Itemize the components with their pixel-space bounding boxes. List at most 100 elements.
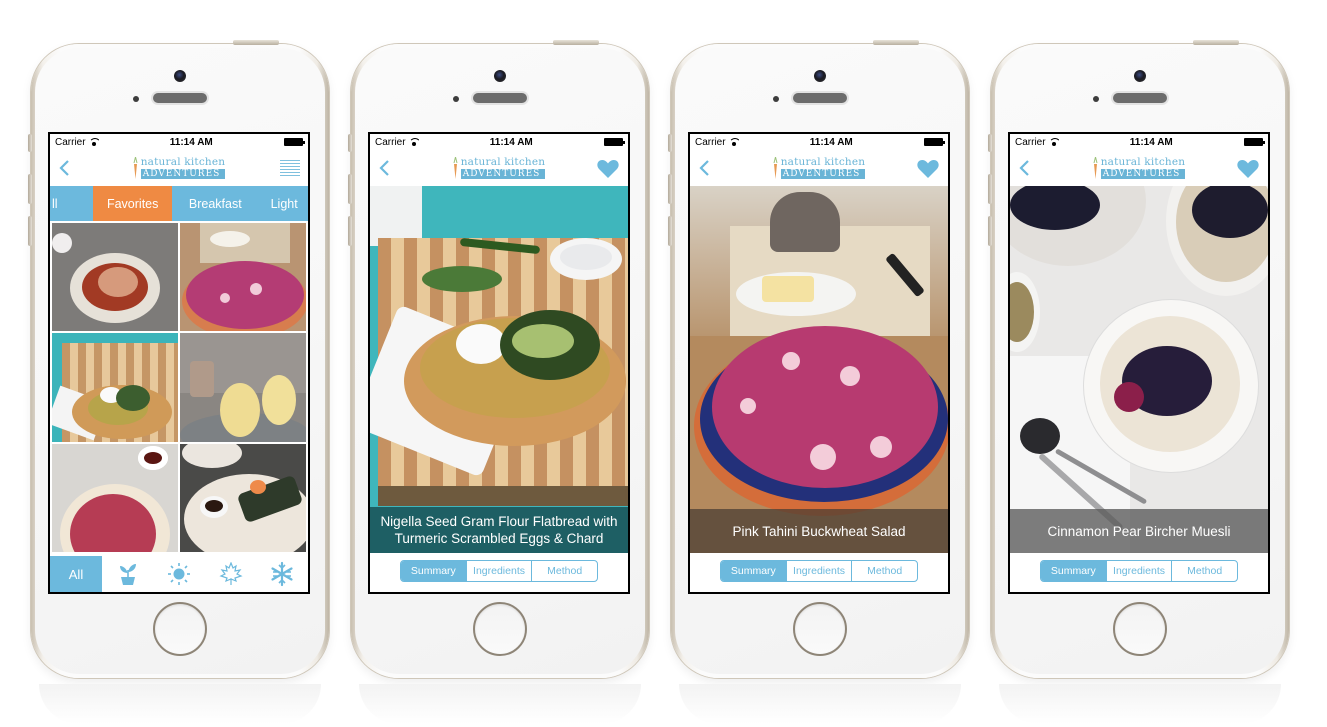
recipe-tile-salmon-stew[interactable]: [52, 223, 178, 332]
list-menu-icon[interactable]: [280, 160, 300, 176]
phone-frame-4: Carrier 11:14 AM natural kitchen ADVENTU…: [988, 40, 1289, 724]
battery-icon: [923, 138, 945, 146]
sleep-button: [873, 40, 919, 45]
favorite-heart-icon[interactable]: [1237, 159, 1259, 178]
mute-switch: [988, 134, 992, 152]
favorite-heart-icon[interactable]: [917, 159, 939, 178]
home-button[interactable]: [793, 602, 847, 656]
phone-frame-3: Carrier 11:14 AM natural kitchen ADVENTU…: [668, 40, 969, 724]
segment-method[interactable]: Method: [851, 561, 917, 581]
battery-icon: [283, 138, 305, 146]
home-button[interactable]: [473, 602, 527, 656]
recipe-title-line-1: Nigella Seed Gram Flour Flatbread with: [380, 514, 618, 529]
segment-summary[interactable]: Summary: [721, 561, 786, 581]
home-button[interactable]: [1113, 602, 1167, 656]
recipe-tile-pink-salad[interactable]: [180, 223, 306, 332]
carrot-icon: [453, 157, 458, 179]
phone-frame-2: Carrier 11:14 AM natural kitchen ADVENTU…: [348, 40, 649, 724]
segment-ingredients[interactable]: Ingredients: [465, 561, 532, 581]
recipe-tile-poached-pears[interactable]: [180, 333, 306, 442]
status-bar: Carrier 11:14 AM: [50, 134, 308, 150]
recipe-hero-image: Cinnamon Pear Bircher Muesli: [1010, 186, 1268, 553]
carrier-label: Carrier: [695, 136, 726, 148]
recipe-title-caption: Nigella Seed Gram Flour Flatbread with T…: [370, 507, 628, 553]
mute-switch: [28, 134, 32, 152]
app-logo: natural kitchen ADVENTURES: [773, 157, 866, 179]
volume-down-button: [348, 216, 352, 246]
favorite-heart-icon[interactable]: [597, 159, 619, 178]
earpiece-speaker: [153, 93, 207, 103]
season-tab-summer[interactable]: [154, 556, 206, 592]
volume-up-button: [668, 174, 672, 204]
logo-text-bottom: ADVENTURES: [460, 168, 546, 179]
segment-method[interactable]: Method: [1171, 561, 1237, 581]
carrier-label: Carrier: [1015, 136, 1046, 148]
season-tab-spring[interactable]: [102, 556, 154, 592]
maple-leaf-icon: [219, 562, 243, 585]
proximity-sensor: [133, 96, 139, 102]
recipe-section-segmented-control: Summary Ingredients Method: [1040, 560, 1238, 582]
phone-reflection: [679, 684, 961, 724]
sleep-button: [233, 40, 279, 45]
screen: Carrier 11:14 AM natural kitchen ADVENTU…: [48, 132, 310, 594]
volume-up-button: [28, 174, 32, 204]
back-chevron-icon[interactable]: [698, 158, 712, 178]
nav-bar: natural kitchen ADVENTURES: [370, 150, 628, 186]
carrier-label: Carrier: [375, 136, 406, 148]
home-button[interactable]: [153, 602, 207, 656]
category-tab-favorites[interactable]: Favorites: [93, 186, 173, 221]
recipe-hero-image: Nigella Seed Gram Flour Flatbread with T…: [370, 186, 628, 553]
earpiece-speaker: [793, 93, 847, 103]
season-tab-bar: All: [50, 556, 308, 592]
front-camera: [1134, 70, 1146, 82]
season-tab-autumn[interactable]: [205, 556, 257, 592]
segment-method[interactable]: Method: [531, 561, 597, 581]
app-logo: natural kitchen ADVENTURES: [1093, 157, 1186, 179]
segment-ingredients[interactable]: Ingredients: [1105, 561, 1172, 581]
category-tab-breakfast[interactable]: Breakfast: [172, 186, 259, 221]
status-time: 11:14 AM: [489, 136, 533, 148]
nav-bar: natural kitchen ADVENTURES: [1010, 150, 1268, 186]
front-camera: [174, 70, 186, 82]
nav-bar: natural kitchen ADVENTURES: [50, 150, 308, 186]
recipe-tile-beet-hummus[interactable]: [52, 443, 178, 552]
recipe-tile-flatbread[interactable]: [52, 333, 178, 442]
segment-summary[interactable]: Summary: [401, 561, 466, 581]
carrot-icon: [773, 157, 778, 179]
recipe-tile-nori-rolls[interactable]: [180, 443, 306, 552]
logo-text-top: natural kitchen: [140, 156, 226, 169]
logo-text-bottom: ADVENTURES: [1100, 168, 1186, 179]
sun-icon: [168, 563, 191, 585]
volume-down-button: [988, 216, 992, 246]
wifi-icon: [1048, 138, 1059, 146]
back-chevron-icon[interactable]: [1018, 158, 1032, 178]
recipe-section-segmented-control: Summary Ingredients Method: [720, 560, 918, 582]
recipe-title-line-1: Cinnamon Pear Bircher Muesli: [1047, 523, 1231, 539]
recipe-grid: [50, 221, 308, 552]
recipe-title-line-1: Pink Tahini Buckwheat Salad: [732, 523, 906, 539]
logo-text-top: natural kitchen: [460, 156, 546, 169]
category-tab-light[interactable]: Light: [259, 186, 308, 221]
carrot-icon: [133, 157, 138, 179]
screen: Carrier 11:14 AM natural kitchen ADVENTU…: [368, 132, 630, 594]
status-time: 11:14 AM: [169, 136, 213, 148]
logo-text-bottom: ADVENTURES: [140, 168, 226, 179]
status-time: 11:14 AM: [809, 136, 853, 148]
sleep-button: [1193, 40, 1239, 45]
recipe-hero-image: Pink Tahini Buckwheat Salad: [690, 186, 948, 553]
snowflake-icon: [271, 561, 293, 587]
recipe-title-caption: Cinnamon Pear Bircher Muesli: [1010, 509, 1268, 553]
app-logo: natural kitchen ADVENTURES: [453, 157, 546, 179]
logo-text-top: natural kitchen: [1100, 156, 1186, 169]
recipe-title-caption: Pink Tahini Buckwheat Salad: [690, 509, 948, 553]
wifi-icon: [728, 138, 739, 146]
segment-ingredients[interactable]: Ingredients: [785, 561, 852, 581]
category-tab-all[interactable]: ll: [50, 186, 93, 221]
back-chevron-icon[interactable]: [378, 158, 392, 178]
season-tab-winter[interactable]: [257, 556, 309, 592]
battery-icon: [1243, 138, 1265, 146]
recipe-title-line-2: Turmeric Scrambled Eggs & Chard: [394, 531, 604, 546]
segment-summary[interactable]: Summary: [1041, 561, 1106, 581]
back-chevron-icon[interactable]: [58, 158, 72, 178]
season-tab-all[interactable]: All: [50, 556, 102, 592]
